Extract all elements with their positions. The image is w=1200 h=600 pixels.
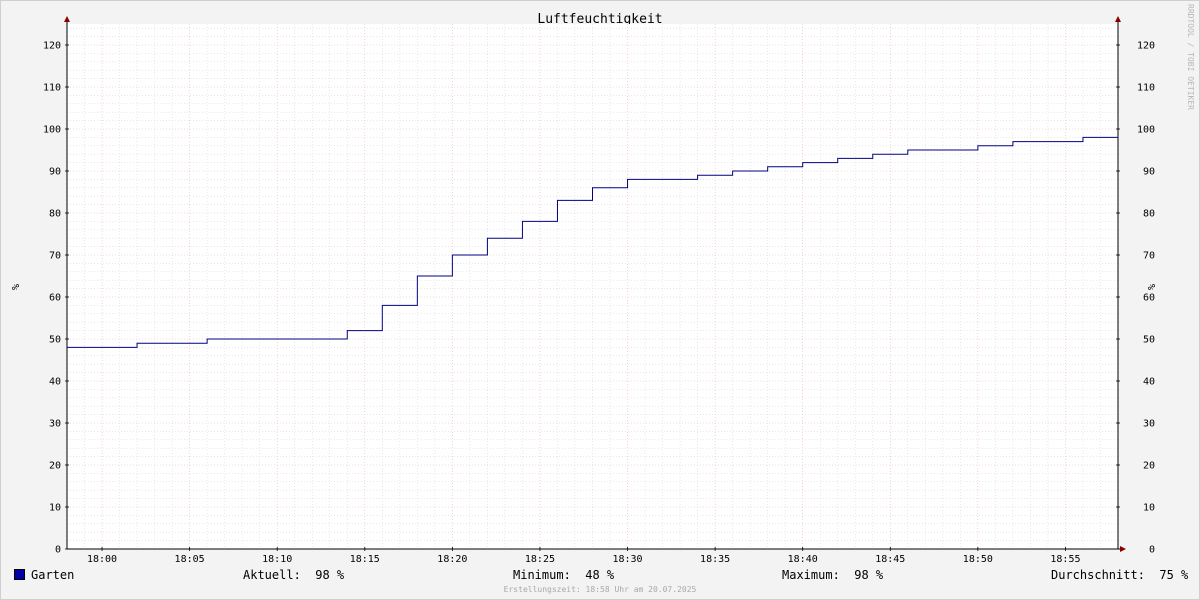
average-value: 75 % [1159,568,1189,582]
x-tick-label: 18:30 [612,554,642,565]
x-tick-label: 18:10 [262,554,292,565]
x-tick-label: 18:20 [437,554,467,565]
y-tick-label-left: 70 [49,251,61,262]
y-tick-label-left: 60 [49,293,61,304]
x-tick-label: 18:40 [788,554,818,565]
legend-average: Durchschnitt: 75 % [1051,568,1188,582]
x-tick-label: 18:50 [963,554,993,565]
y-tick-label-right: 10 [1143,503,1155,514]
y-tick-label-left: 110 [43,83,61,94]
average-label: Durchschnitt: [1051,568,1145,582]
y-tick-label-right: 90 [1143,167,1155,178]
y-tick-label-left: 0 [55,545,61,556]
y-tick-label-left: 20 [49,461,61,472]
y-axis-label-left: % [9,284,20,290]
current-label: Aktuell: [243,568,301,582]
y-tick-label-right: 100 [1137,125,1155,136]
current-value: 98 % [315,568,345,582]
maximum-label: Maximum: [782,568,840,582]
x-tick-label: 18:25 [525,554,555,565]
minimum-value: 48 % [585,568,615,582]
x-tick-label: 18:35 [700,554,730,565]
x-axis-arrow-icon [1120,546,1126,552]
y-tick-label-left: 40 [49,377,61,388]
y-tick-label-right: 30 [1143,419,1155,430]
x-axis-ticks: 18:00 18:05 18:10 18:15 18:20 18:25 18:30 18:35… [87,547,1081,565]
y-tick-label-right: 70 [1143,251,1155,262]
legend-minimum: Minimum: 48 % [513,568,614,582]
legend-maximum: Maximum: 98 % [782,568,883,582]
y-axis-left-arrow-icon [64,16,70,22]
legend-series: Garten [14,568,74,582]
y-axis-right-arrow-icon [1115,16,1121,22]
x-tick-label: 18:55 [1050,554,1080,565]
y-tick-label-right: 0 [1149,545,1155,556]
y-axis-label-right: % [1145,284,1156,290]
legend-series-name: Garten [31,568,75,582]
y-tick-label-right: 60 [1143,293,1155,304]
y-tick-label-right: 110 [1137,83,1155,94]
x-tick-label: 18:15 [350,554,380,565]
y-tick-label-left: 120 [43,41,61,52]
y-tick-label-right: 80 [1143,209,1155,220]
y-tick-label-right: 120 [1137,41,1155,52]
x-tick-label: 18:45 [875,554,905,565]
y-tick-label-right: 40 [1143,377,1155,388]
y-tick-label-right: 20 [1143,461,1155,472]
y-tick-label-left: 30 [49,419,61,430]
minimum-label: Minimum: [513,568,571,582]
y-tick-label-right: 50 [1143,335,1155,346]
creation-timestamp: Erstellungszeit: 18:58 Uhr am 20.07.2025 [503,585,697,594]
x-tick-label: 18:05 [175,554,205,565]
watermark: RRDTOOL / TOBI OETIKER [1186,4,1195,110]
x-tick-label: 18:00 [87,554,117,565]
legend: Garten Aktuell: 98 % Minimum: 48 % Maxim… [0,566,1200,586]
y-tick-label-left: 100 [43,125,61,136]
maximum-value: 98 % [854,568,884,582]
y-axis-right-ticks: 0 10 20 30 40 50 60 70 80 90 100 110 120 [1116,41,1155,556]
y-tick-label-left: 90 [49,167,61,178]
y-tick-label-left: 80 [49,209,61,220]
y-tick-label-left: 10 [49,503,61,514]
y-axis-left-ticks: 0 10 20 30 40 50 60 70 80 90 100 110 120 [43,41,69,556]
y-tick-label-left: 50 [49,335,61,346]
legend-current: Aktuell: 98 % [243,568,344,582]
series-color-swatch [14,569,25,580]
humidity-chart: Luftfeuchtigkeit 01020304050607080901001… [9,4,1195,565]
